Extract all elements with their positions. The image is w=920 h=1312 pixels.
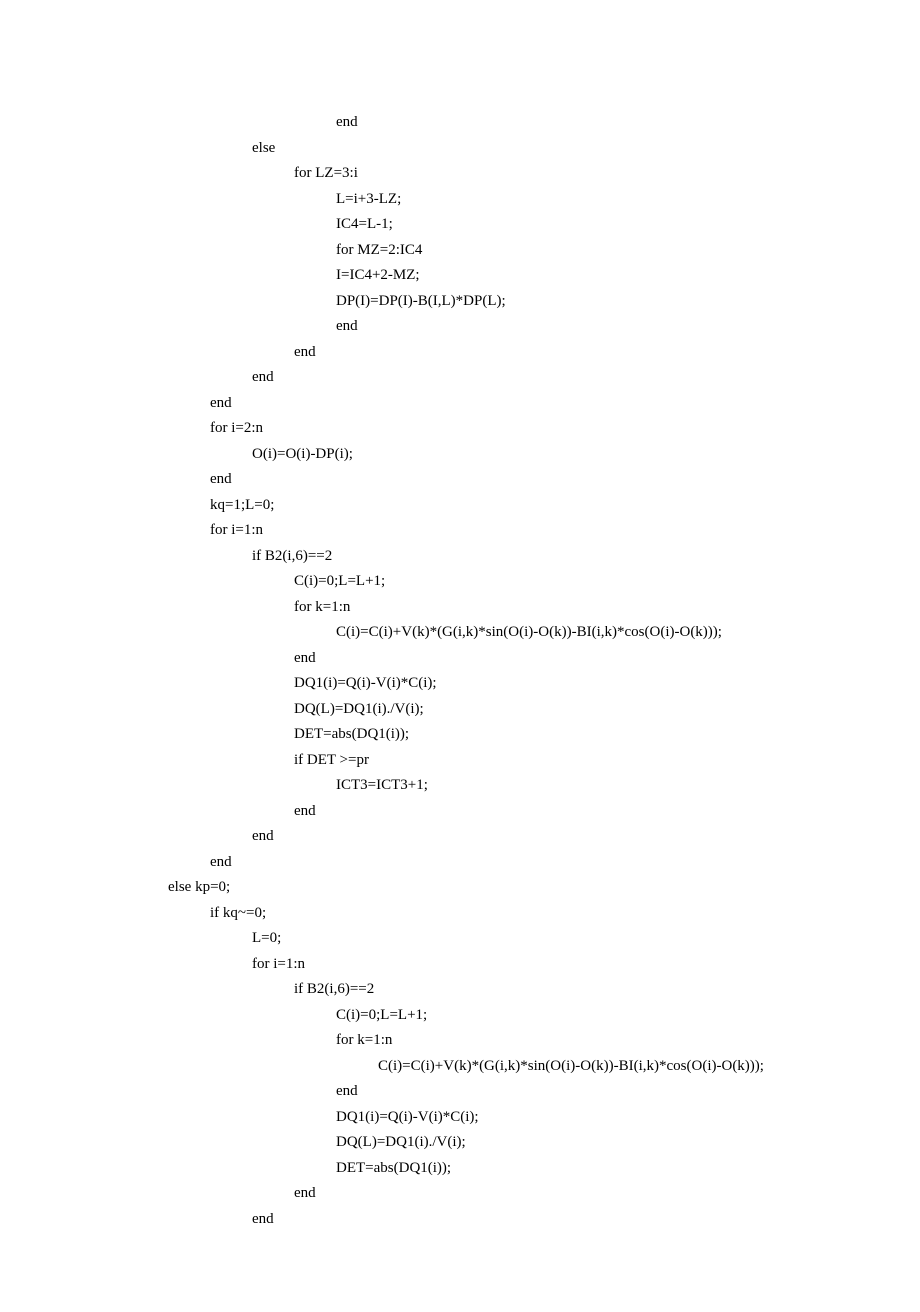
code-line: end (60, 365, 860, 391)
code-line: C(i)=0;L=L+1; (60, 1003, 860, 1029)
code-line: DQ(L)=DQ1(i)./V(i); (60, 697, 860, 723)
code-line: C(i)=C(i)+V(k)*(G(i,k)*sin(O(i)-O(k))-BI… (60, 1054, 860, 1080)
code-line: end (60, 1181, 860, 1207)
code-line: end (60, 1207, 860, 1233)
code-line: end (60, 110, 860, 136)
code-line: C(i)=C(i)+V(k)*(G(i,k)*sin(O(i)-O(k))-BI… (60, 620, 860, 646)
code-line: end (60, 340, 860, 366)
code-line: for i=1:n (60, 952, 860, 978)
code-line: for MZ=2:IC4 (60, 238, 860, 264)
code-line: else (60, 136, 860, 162)
code-line: kq=1;L=0; (60, 493, 860, 519)
code-line: end (60, 467, 860, 493)
code-line: L=i+3-LZ; (60, 187, 860, 213)
code-line: ICT3=ICT3+1; (60, 773, 860, 799)
code-line: for k=1:n (60, 1028, 860, 1054)
code-line: C(i)=0;L=L+1; (60, 569, 860, 595)
code-line: end (60, 391, 860, 417)
code-line: DQ1(i)=Q(i)-V(i)*C(i); (60, 1105, 860, 1131)
code-line: DET=abs(DQ1(i)); (60, 722, 860, 748)
code-line: I=IC4+2-MZ; (60, 263, 860, 289)
code-line: DQ1(i)=Q(i)-V(i)*C(i); (60, 671, 860, 697)
code-line: DP(I)=DP(I)-B(I,L)*DP(L); (60, 289, 860, 315)
code-line: end (60, 1079, 860, 1105)
code-line: end (60, 799, 860, 825)
code-line: DET=abs(DQ1(i)); (60, 1156, 860, 1182)
code-line: IC4=L-1; (60, 212, 860, 238)
code-line: end (60, 850, 860, 876)
code-line: for i=2:n (60, 416, 860, 442)
code-line: O(i)=O(i)-DP(i); (60, 442, 860, 468)
code-line: end (60, 824, 860, 850)
code-line: DQ(L)=DQ1(i)./V(i); (60, 1130, 860, 1156)
code-page: endelsefor LZ=3:iL=i+3-LZ;IC4=L-1;for MZ… (0, 0, 920, 1312)
code-line: if DET >=pr (60, 748, 860, 774)
code-line: L=0; (60, 926, 860, 952)
code-line: for k=1:n (60, 595, 860, 621)
code-line: for LZ=3:i (60, 161, 860, 187)
code-line: if B2(i,6)==2 (60, 977, 860, 1003)
code-line: for i=1:n (60, 518, 860, 544)
code-line: if kq~=0; (60, 901, 860, 927)
code-line: else kp=0; (60, 875, 860, 901)
code-line: if B2(i,6)==2 (60, 544, 860, 570)
code-line: end (60, 646, 860, 672)
code-line: end (60, 314, 860, 340)
